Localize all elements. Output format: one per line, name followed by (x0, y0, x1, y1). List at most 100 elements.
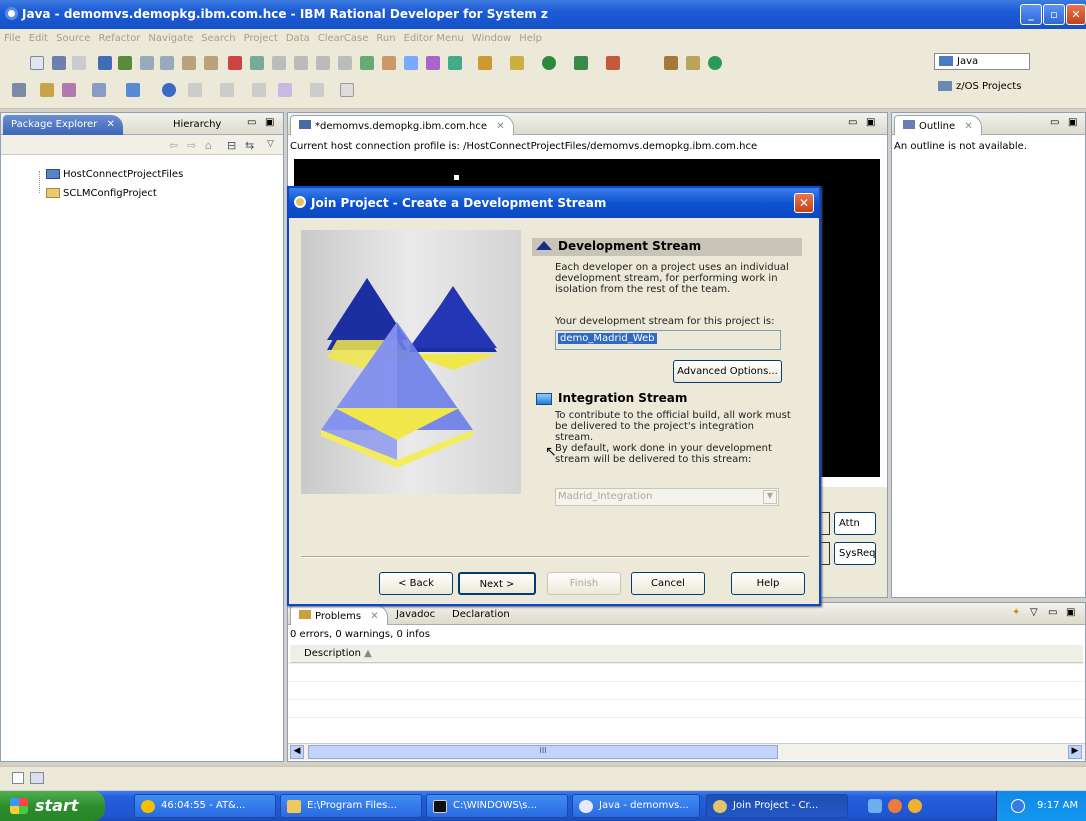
tool-icon[interactable] (272, 56, 286, 70)
close-icon[interactable]: ✕ (496, 121, 504, 132)
tool-icon[interactable] (340, 83, 354, 97)
filter-icon[interactable]: ✦ (1012, 607, 1020, 618)
menu-edit[interactable]: Edit (25, 29, 52, 44)
forward-icon[interactable] (160, 56, 174, 70)
dev-stream-input[interactable]: demo_Madrid_Web (555, 330, 781, 350)
column-header-description[interactable]: Description ▲ (290, 645, 1083, 663)
menu-editor-menu[interactable]: Editor Menu (400, 29, 468, 44)
tool-icon[interactable] (92, 83, 106, 97)
up-icon[interactable]: ⌂ (205, 139, 212, 152)
perspective-zos[interactable]: z/OS Projects (934, 79, 1025, 94)
chevron-down-icon[interactable]: ▼ (763, 490, 777, 504)
save-icon[interactable] (52, 56, 66, 70)
run-icon[interactable] (118, 56, 132, 70)
task-explorer[interactable]: E:\Program Files... (280, 794, 422, 818)
tray-expand-icon[interactable] (1011, 799, 1025, 813)
tool-icon[interactable] (426, 56, 440, 70)
maximize-view-icon[interactable]: ▣ (1066, 607, 1075, 618)
tool-icon[interactable] (250, 56, 264, 70)
task-att[interactable]: 46:04:55 - AT&... (134, 794, 276, 818)
menu-project[interactable]: Project (240, 29, 282, 44)
new-icon[interactable] (30, 56, 44, 70)
debug-icon[interactable] (98, 56, 112, 70)
tool-icon[interactable] (12, 83, 26, 97)
menu-file[interactable]: File (0, 29, 25, 44)
menu-source[interactable]: Source (52, 29, 94, 44)
back-icon[interactable] (140, 56, 154, 70)
attn-button[interactable]: Attn (834, 512, 876, 535)
close-icon[interactable]: ✕ (964, 121, 972, 132)
globe-icon[interactable] (162, 83, 176, 97)
menu-run[interactable]: Run (372, 29, 399, 44)
dialog-close-button[interactable]: ✕ (794, 193, 814, 213)
menu-navigate[interactable]: Navigate (144, 29, 197, 44)
menu-help[interactable]: Help (515, 29, 546, 44)
tool-icon[interactable] (510, 56, 524, 70)
menu-data[interactable]: Data (282, 29, 314, 44)
help-icon[interactable] (448, 56, 462, 70)
menu-clearcase[interactable]: ClearCase (314, 29, 373, 44)
tree-item-sclmconfigproject[interactable]: SCLMConfigProject (46, 188, 157, 199)
maximize-button[interactable]: ▫ (1043, 4, 1065, 25)
view-menu-icon[interactable]: ▽ (1030, 607, 1038, 618)
advanced-options-button[interactable]: Advanced Options... (673, 360, 782, 383)
tool-icon[interactable] (294, 56, 308, 70)
tab-javadoc[interactable]: Javadoc (388, 605, 443, 625)
tool-icon[interactable] (338, 56, 352, 70)
tool-icon[interactable] (664, 56, 678, 70)
tool-icon[interactable] (182, 56, 196, 70)
next-button[interactable]: Next > (458, 572, 536, 595)
tool-icon[interactable] (62, 83, 76, 97)
menu-refactor[interactable]: Refactor (94, 29, 144, 44)
minimize-button[interactable]: _ (1020, 4, 1042, 25)
minimize-view-icon[interactable]: ▭ (1050, 117, 1059, 128)
tab-package-explorer[interactable]: Package Explorer ✕ (3, 115, 123, 135)
perspective-java[interactable]: Java (934, 53, 1030, 70)
maximize-view-icon[interactable]: ▣ (1068, 117, 1077, 128)
task-cmd[interactable]: C:\WINDOWS\s... (426, 794, 568, 818)
tab-hierarchy[interactable]: Hierarchy (165, 115, 229, 135)
back-icon[interactable] (278, 83, 292, 97)
tool-icon[interactable] (360, 56, 374, 70)
minimize-view-icon[interactable]: ▭ (1048, 607, 1057, 618)
scroll-right-icon[interactable]: ▶ (1068, 745, 1082, 759)
cancel-button[interactable]: Cancel (631, 572, 705, 595)
view-menu-icon[interactable]: ▽ (267, 139, 274, 149)
start-button[interactable]: start (0, 791, 105, 821)
forward-icon[interactable] (310, 83, 324, 97)
quick-launch-icon[interactable] (908, 799, 922, 813)
back-button[interactable]: < Back (379, 572, 453, 595)
quick-launch-icon[interactable] (868, 799, 882, 813)
tool-icon[interactable] (404, 56, 418, 70)
tool-icon[interactable] (478, 56, 492, 70)
link-editor-icon[interactable]: ⇆ (245, 139, 254, 152)
tool-icon[interactable] (316, 56, 330, 70)
tool-icon[interactable] (220, 83, 234, 97)
integration-stream-select[interactable]: Madrid_Integration ▼ (555, 488, 779, 506)
help-button[interactable]: Help (731, 572, 805, 595)
tree-item-hostconnectprojectfiles[interactable]: HostConnectProjectFiles (46, 169, 183, 180)
tool-icon[interactable] (228, 56, 242, 70)
menu-window[interactable]: Window (468, 29, 515, 44)
tool-icon[interactable] (606, 56, 620, 70)
tool-icon[interactable] (708, 56, 722, 70)
forward-arrow-icon[interactable]: ⇨ (187, 139, 196, 152)
maximize-view-icon[interactable]: ▣ (866, 117, 875, 128)
print-icon[interactable] (72, 56, 86, 70)
tab-outline[interactable]: Outline ✕ (894, 115, 982, 135)
tool-icon[interactable] (382, 56, 396, 70)
window-title-bar[interactable]: Java - demomvs.demopkg.ibm.com.hce - IBM… (0, 0, 1086, 29)
menu-search[interactable]: Search (197, 29, 239, 44)
minimize-view-icon[interactable]: ▭ (247, 117, 256, 128)
tool-icon[interactable] (252, 83, 266, 97)
show-view-icon[interactable] (30, 772, 44, 784)
dialog-title-bar[interactable]: Join Project - Create a Development Stre… (289, 188, 819, 218)
maximize-view-icon[interactable]: ▣ (265, 117, 274, 128)
close-icon[interactable]: ✕ (106, 119, 114, 130)
task-join-project[interactable]: Join Project - Cr... (706, 794, 848, 818)
scroll-left-icon[interactable]: ◀ (290, 745, 304, 759)
minimize-view-icon[interactable]: ▭ (848, 117, 857, 128)
tool-icon[interactable] (686, 56, 700, 70)
close-button[interactable]: ✕ (1066, 4, 1086, 25)
tool-icon[interactable] (574, 56, 588, 70)
